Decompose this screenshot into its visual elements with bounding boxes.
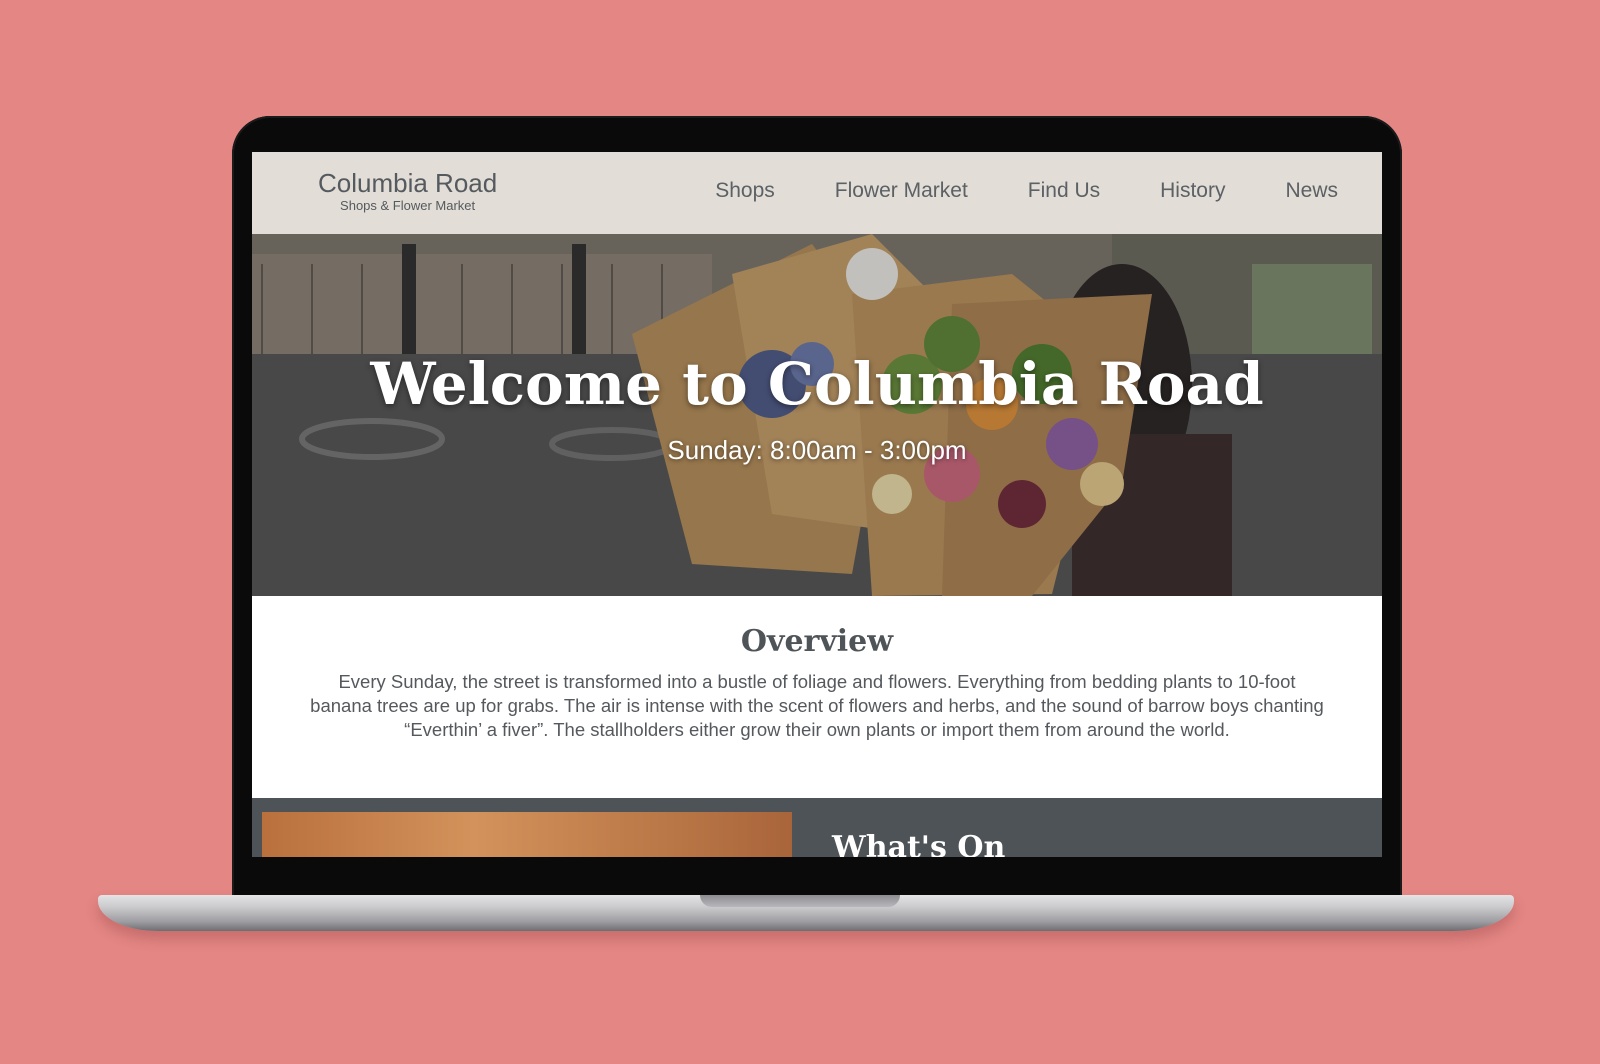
nav-link-shops[interactable]: Shops bbox=[715, 178, 775, 204]
nav-link-find-us[interactable]: Find Us bbox=[1028, 178, 1100, 204]
mockup-scene: Columbia Road Shops & Flower Market Shop… bbox=[0, 0, 1600, 1064]
brand-subtitle: Shops & Flower Market bbox=[340, 198, 476, 213]
whats-on-section: What's On bbox=[252, 798, 1382, 857]
whats-on-heading: What's On bbox=[832, 830, 1006, 857]
main-nav: Shops Flower Market Find Us History News bbox=[715, 178, 1382, 204]
opening-hours: Sunday: 8:00am - 3:00pm bbox=[667, 435, 967, 465]
overview-text: Every Sunday, the street is transformed … bbox=[310, 671, 1324, 740]
overview-section: Overview Every Sunday, the street is tra… bbox=[252, 596, 1382, 796]
site-logo[interactable]: Columbia Road Shops & Flower Market bbox=[318, 168, 497, 214]
laptop-notch bbox=[700, 895, 900, 907]
nav-link-history[interactable]: History bbox=[1160, 178, 1225, 204]
laptop-screen: Columbia Road Shops & Flower Market Shop… bbox=[252, 152, 1382, 857]
nav-link-flower-market[interactable]: Flower Market bbox=[835, 178, 968, 204]
nav-link-news[interactable]: News bbox=[1285, 178, 1338, 204]
hero-banner: Welcome to Columbia Road Sunday: 8:00am … bbox=[252, 234, 1382, 596]
hero-title: Welcome to Columbia Road bbox=[370, 350, 1264, 418]
site-navbar: Columbia Road Shops & Flower Market Shop… bbox=[252, 152, 1382, 234]
overview-heading: Overview bbox=[740, 624, 894, 659]
street-photo bbox=[262, 812, 792, 857]
brand-title: Columbia Road bbox=[318, 168, 498, 198]
